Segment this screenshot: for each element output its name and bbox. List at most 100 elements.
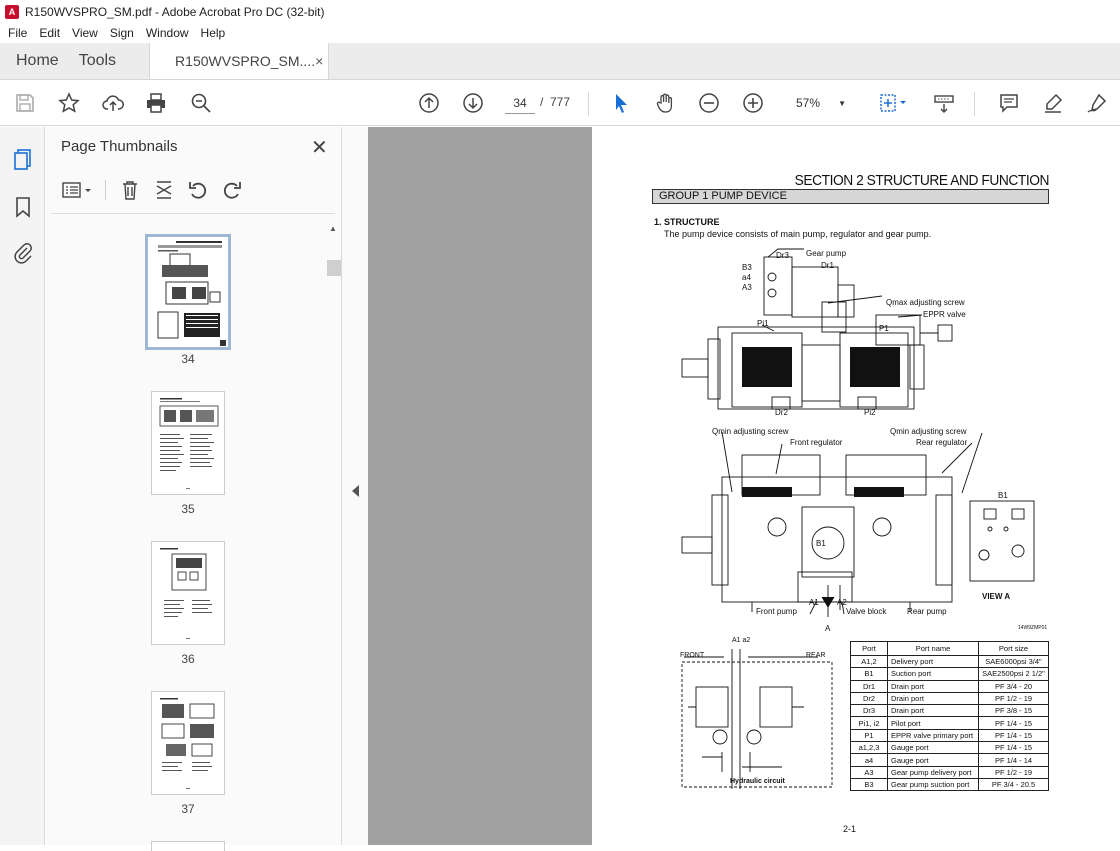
- label-b3: B3: [742, 263, 752, 272]
- thumbnail-toolbar: [61, 177, 254, 203]
- table-cell: PF 1/4 - 15: [978, 728, 1049, 743]
- menu-edit[interactable]: Edit: [33, 26, 66, 40]
- thumbnail-label: 37: [181, 802, 195, 816]
- thumbnail-label: 36: [181, 652, 195, 666]
- label-a1-a2: A1 a2: [732, 637, 751, 644]
- zoom-out-icon[interactable]: [697, 91, 721, 115]
- menu-sign[interactable]: Sign: [104, 26, 140, 40]
- label-a3: A3: [742, 283, 752, 292]
- bookmark-icon[interactable]: [11, 195, 35, 219]
- menu-view[interactable]: View: [66, 26, 104, 40]
- thumbnail-page-36[interactable]: [151, 541, 225, 645]
- zoom-select[interactable]: 57% ▼: [782, 92, 852, 114]
- extract-pages-icon[interactable]: [152, 178, 176, 202]
- tab-tools[interactable]: Tools: [75, 43, 132, 79]
- tab-document[interactable]: R150WVSPRO_SM.... ×: [149, 43, 330, 79]
- table-cell: Suction port: [887, 667, 979, 681]
- fit-page-icon[interactable]: [875, 91, 911, 115]
- table-row: B1 Suction port SAE2500psi 2 1/2": [850, 667, 1049, 681]
- table-row: B3 Gear pump suction port PF 3/4 - 20.5: [850, 777, 1049, 792]
- title-bar: A R150WVSPRO_SM.pdf - Adobe Acrobat Pro …: [0, 0, 1120, 23]
- table-row: Dr1 Drain port PF 3/4 - 20: [850, 679, 1049, 693]
- menu-window[interactable]: Window: [140, 26, 195, 40]
- label-qmax: Qmax adjusting screw: [886, 298, 965, 307]
- thumbnail-label: 35: [181, 502, 195, 516]
- label-a1: A1: [809, 598, 819, 607]
- thumbnail-page-38[interactable]: [151, 841, 225, 851]
- page-number-input[interactable]: [505, 92, 535, 114]
- panel-title: Page Thumbnails: [61, 138, 178, 155]
- print-icon[interactable]: [144, 91, 168, 115]
- page-thumbnails-icon[interactable]: [11, 147, 35, 171]
- scrollbar-thumb[interactable]: [327, 260, 341, 276]
- previous-page-icon[interactable]: [417, 91, 441, 115]
- label-pi1: Pi1: [757, 319, 769, 328]
- rotate-left-icon[interactable]: [186, 178, 210, 202]
- label-front: FRONT: [680, 652, 705, 659]
- menu-help[interactable]: Help: [195, 26, 232, 40]
- zoom-search-icon[interactable]: [189, 91, 213, 115]
- table-cell: SAE6000psi 3/4": [978, 654, 1049, 669]
- table-cell: P1: [850, 728, 888, 743]
- page-preview: [157, 241, 226, 346]
- delete-icon[interactable]: [118, 178, 142, 202]
- table-cell: B3: [850, 777, 888, 792]
- table-cell: EPPR valve primary port: [887, 728, 979, 743]
- rotate-right-icon[interactable]: [220, 178, 244, 202]
- attachment-icon[interactable]: [11, 241, 35, 265]
- menu-file[interactable]: File: [0, 26, 33, 40]
- label-rear-pump: Rear pump: [907, 607, 947, 616]
- comment-icon[interactable]: [997, 91, 1021, 115]
- page-preview: [160, 548, 212, 639]
- highlight-pen-icon[interactable]: [1041, 91, 1065, 115]
- label-hydraulic-circuit: Hydraulic circuit: [730, 778, 785, 785]
- table-cell: Gauge port: [887, 741, 979, 755]
- thumbnail-page-37[interactable]: [151, 691, 225, 795]
- label-figure-code: 14W9ZMP01: [1018, 625, 1048, 631]
- options-menu-icon[interactable]: [61, 178, 95, 202]
- scroll-mode-icon[interactable]: [932, 91, 956, 115]
- next-page-icon[interactable]: [461, 91, 485, 115]
- table-cell: Drain port: [887, 679, 979, 693]
- chevron-down-icon: ▼: [838, 98, 846, 108]
- label-a4: a4: [742, 273, 751, 282]
- table-row: a4 Gauge port PF 1/4 - 14: [850, 753, 1049, 767]
- label-rear-regulator: Rear regulator: [916, 438, 968, 447]
- select-cursor-icon[interactable]: [609, 91, 633, 115]
- hand-tool-icon[interactable]: [653, 91, 677, 115]
- table-cell: PF 1/4 - 14: [978, 753, 1049, 767]
- zoom-in-icon[interactable]: [741, 91, 765, 115]
- label-qmin-right: Qmin adjusting screw: [890, 427, 967, 436]
- thumbnail-scrollbar[interactable]: ▲: [326, 220, 342, 845]
- table-cell: PF 3/4 - 20: [978, 679, 1049, 693]
- scroll-up-icon[interactable]: ▲: [329, 224, 337, 233]
- thumbnail-page-34[interactable]: [145, 234, 231, 350]
- menu-bar: File Edit View Sign Window Help: [0, 23, 1120, 43]
- port-table: Port Port name Port size A1,2 Delivery po…: [850, 641, 1049, 792]
- page-preview: [159, 398, 219, 489]
- window-title: R150WVSPRO_SM.pdf - Adobe Acrobat Pro DC…: [25, 4, 325, 19]
- label-eppr: EPPR valve: [923, 310, 966, 319]
- table-cell: PF 1/2 - 19: [978, 691, 1049, 706]
- tab-close-icon[interactable]: ×: [315, 53, 323, 69]
- table-row: Pi1, i2 Pilot port PF 1/4 - 15: [850, 716, 1049, 730]
- cloud-upload-icon[interactable]: [101, 91, 125, 115]
- table-row: Dr2 Drain port PF 1/2 - 19: [850, 691, 1049, 706]
- table-cell: Gear pump suction port: [887, 777, 979, 792]
- table-header: Port: [850, 641, 888, 656]
- close-icon[interactable]: ✕: [311, 135, 328, 160]
- table-cell: PF 1/4 - 15: [978, 716, 1049, 730]
- label-b1: B1: [816, 539, 826, 548]
- collapse-arrow-icon: [352, 485, 359, 497]
- table-cell: A3: [850, 765, 888, 779]
- thumbnail-page-35[interactable]: [151, 391, 225, 495]
- save-icon[interactable]: [13, 91, 37, 115]
- table-cell: PF 1/4 - 15: [978, 741, 1049, 755]
- star-icon[interactable]: [57, 91, 81, 115]
- table-cell: Gear pump delivery port: [887, 765, 979, 779]
- sign-pen-icon[interactable]: [1085, 91, 1109, 115]
- table-cell: a4: [850, 753, 888, 767]
- page-total: 777: [550, 95, 571, 109]
- tab-home[interactable]: Home: [0, 43, 75, 79]
- panel-collapse-handle[interactable]: [342, 127, 368, 845]
